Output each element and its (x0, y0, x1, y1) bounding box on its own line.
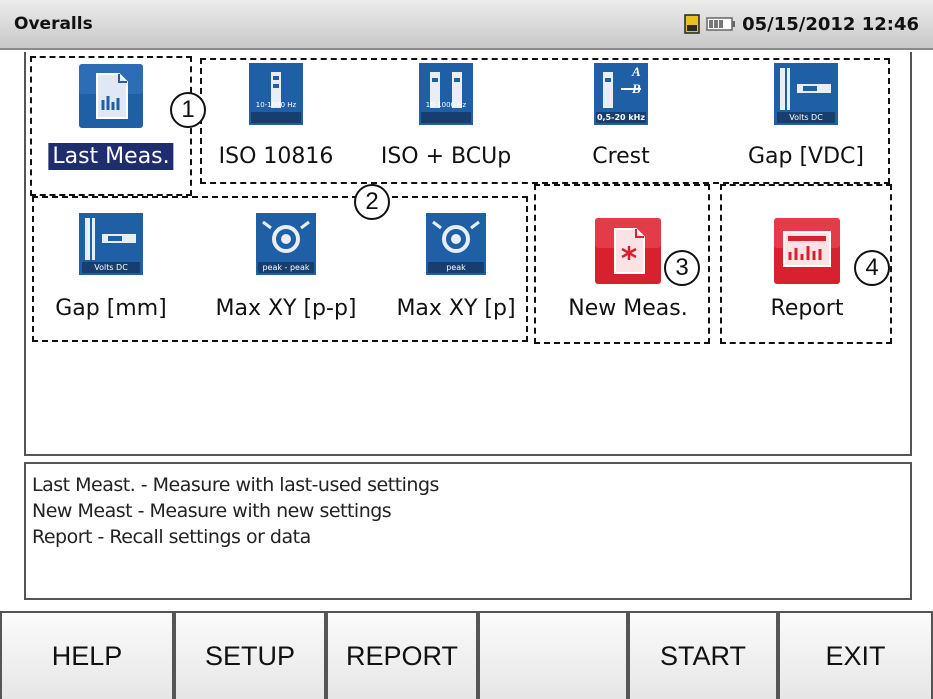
callout-2: 2 (354, 184, 390, 220)
title-bar: Overalls 05/15/2012 12:46 (0, 0, 933, 50)
callout-1: 1 (170, 92, 206, 128)
memory-card-icon (684, 14, 700, 34)
report-button[interactable]: REPORT (326, 611, 478, 699)
blank-softkey[interactable] (478, 611, 628, 699)
battery-icon (706, 16, 736, 32)
measurement-panel: Last Meas. 10-1000 Hz ISO 10816 10-1000 … (24, 52, 912, 456)
group-box-2-top (200, 58, 890, 184)
description-line: Last Meast. - Measure with last-used set… (32, 474, 439, 496)
callout-4: 4 (854, 250, 890, 286)
description-line: New Meast - Measure with new settings (32, 500, 392, 522)
start-button[interactable]: START (628, 611, 778, 699)
window-title: Overalls (14, 14, 93, 34)
group-box-1 (30, 56, 192, 196)
group-box-2-bottom (32, 196, 528, 342)
callout-3: 3 (664, 250, 700, 286)
help-button[interactable]: HELP (0, 611, 174, 699)
description-panel: Last Meast. - Measure with last-used set… (24, 462, 912, 600)
date-time: 05/15/2012 12:46 (742, 13, 919, 35)
status-area: 05/15/2012 12:46 (684, 12, 919, 36)
exit-button[interactable]: EXIT (778, 611, 933, 699)
setup-button[interactable]: SETUP (174, 611, 326, 699)
description-line: Report - Recall settings or data (32, 526, 311, 548)
